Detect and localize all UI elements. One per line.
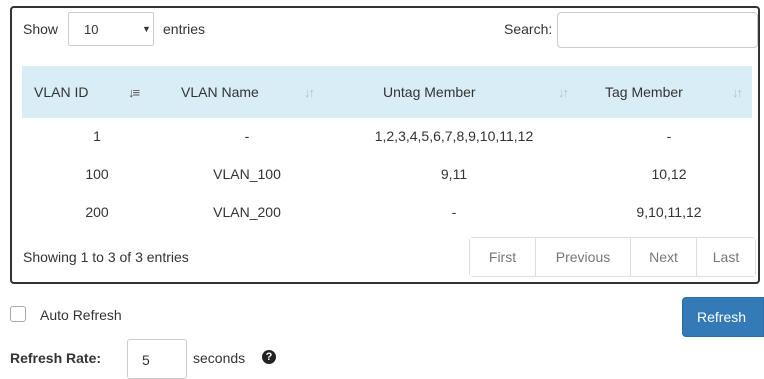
table-controls: Show 10 ▼ entries Search: <box>20 12 758 48</box>
table-header: VLAN ID ↓≡ VLAN Name ↓↑ Untag Member ↓↑ … <box>22 66 752 118</box>
refresh-button[interactable]: Refresh <box>682 297 764 337</box>
auto-refresh-checkbox[interactable] <box>10 306 26 322</box>
cell-untag-member: 9,11 <box>440 166 468 182</box>
column-header-untag-member[interactable]: Untag Member <box>383 84 476 100</box>
cell-untag-member: 1,2,3,4,5,6,7,8,9,10,11,12 <box>374 128 534 144</box>
pagination-previous-button[interactable]: Previous <box>536 238 631 276</box>
page-length-select[interactable]: 10 ▼ <box>68 12 154 46</box>
search-input[interactable] <box>557 12 758 48</box>
pagination-next-button[interactable]: Next <box>631 238 697 276</box>
page-length-value: 10 <box>84 22 99 37</box>
table-info: Showing 1 to 3 of 3 entries <box>23 249 189 265</box>
cell-vlan-name: - <box>244 128 250 144</box>
cell-vlan-id: 200 <box>85 204 109 220</box>
table-row: 200 VLAN_200 - 9,10,11,12 <box>22 194 752 232</box>
seconds-label: seconds <box>193 350 246 366</box>
search-label: Search: <box>504 21 553 37</box>
cell-tag-member: - <box>666 128 672 144</box>
show-label: Show <box>23 21 59 37</box>
chevron-down-icon: ▼ <box>142 24 151 34</box>
cell-untag-member: - <box>451 204 457 220</box>
pagination: First Previous Next Last <box>469 237 756 277</box>
pagination-first-button[interactable]: First <box>470 238 536 276</box>
pagination-last-button[interactable]: Last <box>697 238 755 276</box>
cell-vlan-name: VLAN_200 <box>213 204 281 220</box>
sort-asc-icon[interactable]: ↓≡ <box>128 85 140 100</box>
sort-icon[interactable]: ↓↑ <box>304 85 315 100</box>
refresh-rate-label: Refresh Rate: <box>10 350 102 366</box>
auto-refresh-label[interactable]: Auto Refresh <box>40 307 122 323</box>
cell-tag-member: 10,12 <box>651 166 687 182</box>
cell-vlan-name: VLAN_100 <box>213 166 281 182</box>
column-header-vlan-name[interactable]: VLAN Name <box>181 84 259 100</box>
refresh-rate-input[interactable]: 5 <box>127 339 187 379</box>
sort-icon[interactable]: ↓↑ <box>732 85 743 100</box>
sort-icon[interactable]: ↓↑ <box>558 85 569 100</box>
column-header-tag-member[interactable]: Tag Member <box>605 84 683 100</box>
table-row: 100 VLAN_100 9,11 10,12 <box>22 156 752 194</box>
question-circle-icon[interactable]: ? <box>262 350 276 364</box>
entries-label: entries <box>163 21 206 37</box>
refresh-rate-value: 5 <box>142 352 150 368</box>
cell-vlan-id: 100 <box>85 166 109 182</box>
cell-tag-member: 9,10,11,12 <box>636 204 702 220</box>
column-header-vlan-id[interactable]: VLAN ID <box>34 84 88 100</box>
table-row: 1 - 1,2,3,4,5,6,7,8,9,10,11,12 - <box>22 118 752 156</box>
cell-vlan-id: 1 <box>93 128 101 144</box>
